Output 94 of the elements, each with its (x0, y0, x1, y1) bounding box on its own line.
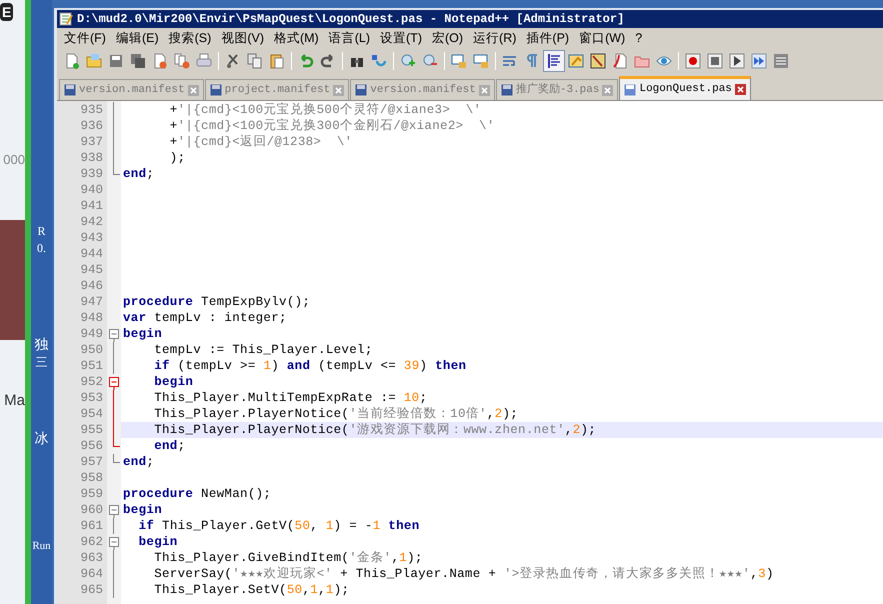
line-number: 949 (80, 326, 103, 342)
code-line: procedure NewMan(); (123, 486, 272, 502)
line-number: 962 (80, 534, 103, 550)
line-number: 964 (80, 566, 103, 582)
line-number: 943 (80, 230, 103, 246)
line-number: 947 (80, 294, 103, 310)
code-line: This_Player.PlayerNotice('当前经验倍数：10倍',2); (153, 406, 518, 422)
menu-item[interactable]: ? (635, 28, 642, 48)
line-number: 958 (80, 470, 103, 486)
tab-label: LogonQuest.pas (639, 82, 732, 98)
window-title: D:\mud2.0\Mir200\Envir\PsMapQuest\LogonQuest.pas - Notepad++ [Administrator] (77, 11, 624, 28)
menu-item[interactable]: 宏(O) (432, 28, 464, 48)
code-line: This_Player.MultiTempExpRate := 10; (153, 390, 428, 406)
line-number: 961 (80, 518, 103, 534)
code-line: This_Player.PlayerNotice('游戏资源下载网：www.zhen.net',2); (153, 422, 596, 438)
floppy-icon (355, 84, 368, 96)
desktop-fragment-text: R (37, 225, 46, 238)
menu-item[interactable]: 编辑(E) (116, 28, 159, 48)
code-line: This_Player.GiveBindItem('金条',1); (153, 550, 423, 566)
menu-item[interactable]: 格式(M) (274, 28, 319, 48)
floppy-icon (210, 84, 222, 96)
fold-toggle-icon[interactable] (109, 329, 119, 342)
code-line: begin (138, 534, 178, 550)
line-number: 944 (80, 246, 103, 262)
code-line: tempLv := This_Player.Level; (153, 342, 373, 358)
indent-guide-icon[interactable] (543, 50, 565, 72)
code-line: begin (153, 374, 194, 390)
code-line: +'|{cmd}<100元宝兑换500个灵符/@xiane3> \' (168, 102, 482, 118)
line-number: 960 (80, 502, 103, 518)
code-line: This_Player.SetV(50,1,1); (153, 582, 350, 598)
notepad-icon (59, 12, 73, 26)
tab-label: version.manifest (79, 82, 185, 98)
desktop-fragment-text: 三 (36, 356, 48, 369)
menu-item[interactable]: 窗口(W) (579, 28, 626, 48)
tab-label: 推广奖励-3.pas (516, 82, 600, 98)
code-line: if This_Player.GetV(50, 1) = -1 then (138, 518, 420, 534)
line-number: 959 (80, 486, 103, 502)
fold-toggle-icon[interactable] (109, 537, 119, 550)
code-line: end; (123, 166, 154, 182)
line-number: 942 (80, 214, 103, 230)
line-number: 948 (80, 310, 103, 326)
menu-item[interactable]: 文件(F) (64, 28, 106, 48)
tab-label: version.manifest (370, 82, 476, 98)
line-number: 965 (80, 582, 103, 598)
line-number: 938 (80, 150, 103, 166)
fold-toggle-icon[interactable] (109, 377, 119, 390)
code-line: +'|{cmd}<100元宝兑换300个金刚石/@xiane2> \' (168, 118, 495, 134)
line-number: 936 (80, 118, 103, 134)
desktop-badge: E (0, 3, 14, 21)
line-number: 937 (80, 134, 103, 150)
code-line: begin (123, 326, 162, 342)
code-line: end; (153, 438, 186, 454)
line-number: 954 (80, 406, 103, 422)
code-line: +'|{cmd}<返回/@1238> \' (168, 134, 352, 150)
line-number: 941 (80, 198, 103, 214)
code-line: end; (123, 454, 154, 470)
line-number: 950 (80, 342, 103, 358)
line-number: 953 (80, 390, 103, 406)
desktop-fragment-text: 冰 (34, 433, 48, 446)
menu-item[interactable]: 运行(R) (473, 28, 516, 48)
code-line: ServerSay('★★★欢迎玩家<' + This_Player.Name + '>登录热血传奇，请大家多多关照！★★★',3) (153, 566, 774, 582)
line-number: 946 (80, 278, 103, 294)
line-number: 939 (80, 166, 103, 182)
line-number: 940 (80, 182, 103, 198)
menu-item[interactable]: 设置(T) (380, 28, 422, 48)
line-number: 956 (80, 438, 103, 454)
desktop-fragment-text: 000 (3, 151, 25, 169)
line-number: 955 (80, 422, 103, 438)
floppy-icon (500, 84, 513, 96)
code-line: if (tempLv >= 1) and (tempLv <= 39) then (153, 358, 466, 374)
menu-item[interactable]: 插件(P) (526, 28, 570, 48)
menu-item[interactable]: 语言(L) (328, 28, 370, 48)
floppy-icon (64, 84, 76, 96)
code-line: var tempLv : integer; (123, 310, 287, 326)
line-number: 945 (80, 262, 103, 278)
menu-item[interactable]: 搜索(S) (168, 28, 212, 48)
code-line: procedure TempExpBylv(); (123, 294, 310, 310)
file-tab[interactable]: LogonQuest.pas (619, 76, 751, 100)
menu-item[interactable]: 视图(V) (221, 28, 264, 48)
line-number: 957 (80, 454, 103, 470)
code-line: begin (123, 502, 162, 518)
line-number: 935 (80, 102, 103, 118)
desktop-fragment-text: Ma (4, 390, 25, 410)
desktop-fragment-text: Run (32, 540, 51, 553)
fold-toggle-icon[interactable] (109, 505, 119, 518)
desktop-fragment-text: 独 (34, 339, 48, 352)
line-number: 963 (80, 550, 103, 566)
tab-label: project.manifest (224, 82, 330, 98)
desktop-fragment-text: 0. (37, 242, 46, 255)
line-number: 951 (80, 358, 103, 374)
close-icon[interactable] (734, 84, 746, 95)
floppy-icon (624, 84, 636, 96)
code-line: ); (168, 150, 186, 166)
line-number: 952 (80, 374, 103, 390)
